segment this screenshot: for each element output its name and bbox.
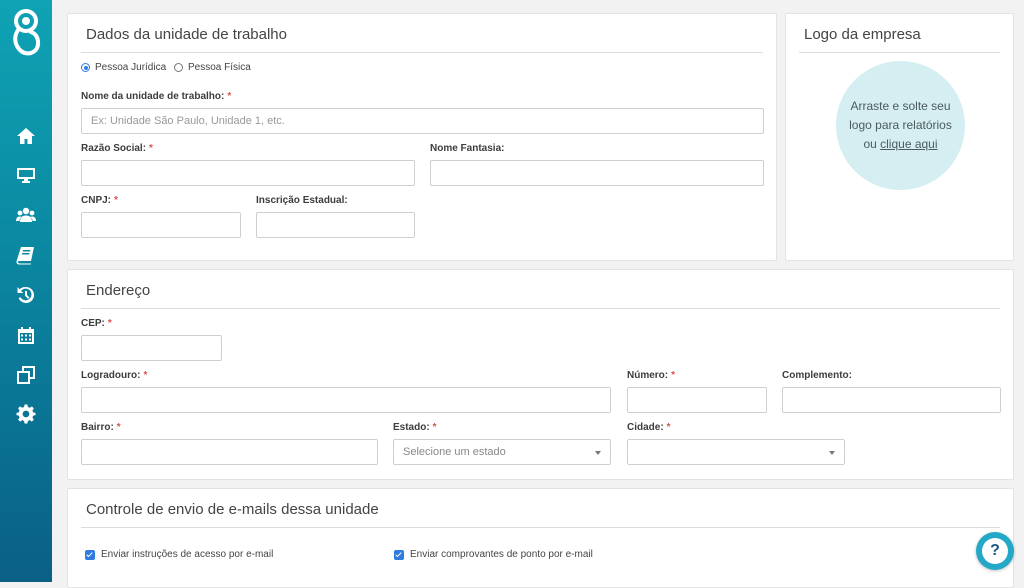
- question-icon: ?: [982, 538, 1008, 564]
- estado-label: Estado: *: [393, 422, 437, 433]
- click-here-link[interactable]: clique aqui: [880, 137, 937, 151]
- logradouro-label: Logradouro: *: [81, 370, 148, 381]
- cidade-label: Cidade: *: [627, 422, 671, 433]
- razao-social-input[interactable]: [81, 160, 415, 186]
- razao-social-label: Razão Social: *: [81, 143, 153, 154]
- address-title: Endereço: [86, 282, 151, 299]
- email-control-card: Controle de envio de e-mails dessa unida…: [67, 488, 1014, 588]
- unit-name-input[interactable]: [81, 108, 764, 134]
- monitor-icon: [17, 168, 35, 183]
- users-icon: [16, 207, 36, 222]
- send-time-receipts-checkbox[interactable]: [394, 549, 404, 560]
- sidebar-item-home[interactable]: [11, 121, 41, 151]
- inscricao-estadual-label: Inscrição Estadual:: [256, 195, 348, 206]
- send-time-receipts-option[interactable]: Enviar comprovantes de ponto por e-mail: [394, 549, 593, 560]
- sidebar-item-calendar[interactable]: [11, 320, 41, 350]
- address-card: Endereço CEP: * Logradouro: * Número: * Com…: [67, 269, 1014, 480]
- cidade-select[interactable]: [627, 439, 845, 465]
- logo-dropzone[interactable]: Arraste e solte seu logo para relatórios…: [836, 61, 965, 190]
- chevron-down-icon: [595, 451, 601, 455]
- divider: [799, 52, 1000, 53]
- home-icon: [17, 128, 35, 144]
- cnpj-label: CNPJ: *: [81, 195, 118, 206]
- person-type-fisica[interactable]: Pessoa Física: [174, 62, 251, 73]
- logradouro-input[interactable]: [81, 387, 611, 413]
- email-control-title: Controle de envio de e-mails dessa unida…: [86, 501, 379, 518]
- complemento-input[interactable]: [782, 387, 1001, 413]
- app-logo-icon[interactable]: [9, 8, 43, 58]
- cep-input[interactable]: [81, 335, 222, 361]
- book-icon: [16, 247, 34, 265]
- cep-label: CEP: *: [81, 318, 112, 329]
- sidebar-item-settings[interactable]: [11, 399, 41, 429]
- gear-icon: [16, 404, 36, 424]
- estado-select[interactable]: Selecione um estado: [393, 439, 611, 465]
- nome-fantasia-input[interactable]: [430, 160, 764, 186]
- bairro-label: Bairro: *: [81, 422, 121, 433]
- company-logo-title: Logo da empresa: [804, 26, 921, 43]
- cnpj-input[interactable]: [81, 212, 241, 238]
- divider: [81, 52, 763, 53]
- bairro-input[interactable]: [81, 439, 378, 465]
- numero-input[interactable]: [627, 387, 767, 413]
- copy-icon: [17, 366, 35, 384]
- send-access-instructions-option[interactable]: Enviar instruções de acesso por e-mail: [85, 549, 273, 560]
- sidebar-item-book[interactable]: [11, 240, 41, 270]
- company-logo-card: Logo da empresa Arraste e solte seu logo…: [785, 13, 1014, 261]
- history-icon: [17, 286, 35, 303]
- divider: [81, 308, 1000, 309]
- sidebar-item-history[interactable]: [11, 280, 41, 310]
- unit-name-label: Nome da unidade de trabalho: *: [81, 91, 232, 102]
- radio-juridica[interactable]: [81, 63, 90, 72]
- sidebar: [0, 0, 52, 582]
- unit-data-title: Dados da unidade de trabalho: [86, 26, 287, 43]
- calendar-icon: [18, 327, 34, 344]
- nome-fantasia-label: Nome Fantasia:: [430, 143, 505, 154]
- complemento-label: Complemento:: [782, 370, 852, 381]
- unit-data-card: Dados da unidade de trabalho Pessoa Jurí…: [67, 13, 777, 261]
- inscricao-estadual-input[interactable]: [256, 212, 415, 238]
- person-type-juridica[interactable]: Pessoa Jurídica: [81, 62, 166, 73]
- help-button[interactable]: ?: [976, 532, 1014, 570]
- divider: [81, 527, 1000, 528]
- sidebar-item-copy[interactable]: [11, 360, 41, 390]
- send-access-instructions-checkbox[interactable]: [85, 549, 95, 560]
- sidebar-item-users[interactable]: [11, 200, 41, 230]
- chevron-down-icon: [829, 451, 835, 455]
- sidebar-item-monitor[interactable]: [11, 160, 41, 190]
- radio-fisica[interactable]: [174, 63, 183, 72]
- numero-label: Número: *: [627, 370, 676, 381]
